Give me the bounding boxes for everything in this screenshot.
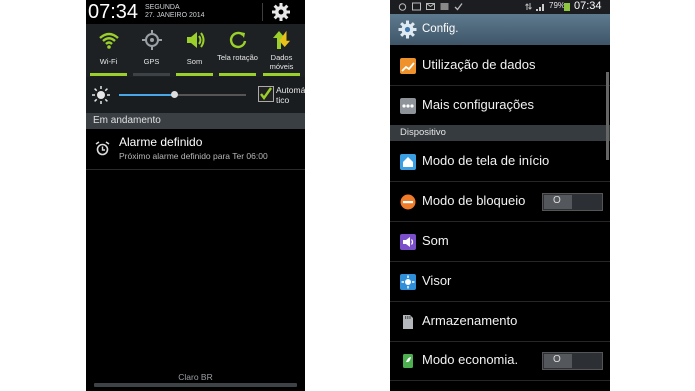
settings-item-label: Utilização de dados: [422, 57, 536, 72]
section-label: Dispositivo: [400, 127, 446, 138]
tile-gps-indicator: [133, 73, 170, 76]
data-usage-icon: [400, 58, 416, 74]
tile-wifi[interactable]: Wi-Fi: [88, 24, 129, 77]
data-transfer-icon: [525, 3, 532, 10]
checkmark-icon: [260, 87, 272, 101]
tile-sound-indicator: [176, 73, 213, 76]
brightness-sun-icon: [92, 86, 110, 104]
settings-item-home-screen-mode[interactable]: Modo de tela de início: [390, 142, 610, 182]
signal-strength-icon: [536, 4, 544, 11]
display-icon: [400, 274, 416, 290]
image-status-icon: [412, 2, 421, 11]
toggle-state-label: O: [553, 354, 561, 365]
block-mode-toggle[interactable]: O: [542, 193, 603, 211]
rotation-icon: [229, 31, 247, 49]
settings-item-data-usage[interactable]: Utilização de dados: [390, 46, 610, 86]
battery-percent: 79%: [549, 1, 566, 10]
power-saving-icon: [403, 354, 413, 368]
brightness-slider-fill: [119, 94, 175, 96]
auto-brightness-label: Automático: [276, 85, 305, 105]
day-label: SEGUNDA: [145, 4, 180, 11]
status-bar-time: 07:34: [574, 0, 602, 12]
section-header-device: Dispositivo: [390, 125, 610, 141]
toggle-knob: O: [544, 354, 572, 368]
settings-item-display[interactable]: Visor: [390, 262, 610, 302]
tile-wifi-indicator: [90, 73, 127, 76]
settings-item-more-settings[interactable]: Mais configurações: [390, 86, 610, 126]
notification-header: 07:34 SEGUNDA 27. JANEIRO 2014: [86, 0, 305, 24]
settings-item-label: Modo economia.: [422, 352, 519, 367]
wifi-icon: [99, 32, 119, 49]
notification-detail: Próximo alarme definido para Ter 06:00: [119, 151, 268, 161]
settings-action-bar: Config.: [390, 14, 610, 45]
power-saving-toggle[interactable]: O: [542, 352, 603, 370]
settings-item-label: Mais configurações: [422, 97, 534, 112]
block-mode-icon: [400, 194, 416, 210]
notification-title: Alarme definido: [119, 135, 203, 149]
toggle-knob: O: [544, 195, 572, 209]
settings-title: Config.: [422, 23, 459, 35]
gallery-status-icon: [440, 3, 449, 10]
settings-gear-icon[interactable]: [398, 20, 417, 39]
gps-icon: [142, 30, 162, 50]
settings-screen: 79% 07:34 Config. Utilização de dados Ma…: [390, 0, 610, 391]
settings-item-label: Modo de tela de início: [422, 153, 550, 168]
settings-item-label: Modo de bloqueio: [422, 193, 526, 208]
alarm-clock-icon: [95, 141, 110, 156]
date-display: SEGUNDA 27. JANEIRO 2014: [145, 4, 205, 20]
more-settings-icon: [400, 98, 416, 114]
settings-item-block-mode[interactable]: Modo de bloqueio O: [390, 182, 610, 222]
date-label: 27. JANEIRO 2014: [145, 12, 205, 19]
settings-item-label: Som: [422, 233, 449, 248]
header-divider: [262, 3, 263, 21]
settings-item-label: Visor: [422, 273, 452, 288]
home-screen-icon: [400, 154, 416, 170]
quick-settings-bar: Wi-Fi GPS Som Tela rotação Dados móveis: [86, 24, 305, 77]
tile-wifi-label: Wi-Fi: [99, 57, 118, 66]
tile-rotation-indicator: [219, 73, 256, 76]
sound-icon: [400, 234, 416, 250]
tile-sound[interactable]: Som: [174, 24, 215, 77]
settings-item-label: Armazenamento: [422, 313, 518, 328]
ongoing-label: Em andamento: [93, 115, 161, 126]
tile-mobile-data-indicator: [263, 73, 300, 76]
tile-sound-label: Som: [186, 57, 203, 66]
clock: 07:34: [88, 1, 139, 23]
status-bar: 79% 07:34: [390, 0, 610, 14]
check-status-icon: [454, 3, 463, 11]
brightness-row: Automático: [86, 77, 305, 113]
brightness-slider-handle[interactable]: [171, 91, 179, 98]
alarm-notification[interactable]: Alarme definido Próximo alarme definido …: [86, 129, 305, 170]
tile-mobile-data[interactable]: Dados móveis: [261, 24, 302, 77]
tile-rotation[interactable]: Tela rotação: [217, 24, 258, 77]
tile-gps[interactable]: GPS: [131, 24, 172, 77]
auto-brightness-checkbox[interactable]: [258, 86, 274, 102]
panel-drag-handle[interactable]: [94, 383, 297, 387]
settings-gear-icon[interactable]: [270, 2, 292, 22]
settings-scrollbar[interactable]: [606, 72, 609, 160]
alarm-status-icon: [398, 3, 407, 11]
sound-icon: [187, 32, 205, 48]
notification-panel-screen: 07:34 SEGUNDA 27. JANEIRO 2014 Wi-Fi GPS…: [86, 0, 305, 391]
settings-item-power-saving[interactable]: Modo economia. O: [390, 341, 610, 381]
storage-icon: [403, 315, 413, 329]
mobile-data-icon: [273, 30, 291, 49]
email-status-icon: [426, 3, 435, 10]
ongoing-section-header: Em andamento: [86, 113, 305, 129]
settings-item-storage[interactable]: Armazenamento: [390, 302, 610, 342]
tile-mobile-data-label: Dados móveis: [269, 53, 294, 71]
carrier-label: Claro BR: [178, 372, 213, 382]
toggle-state-label: O: [553, 195, 561, 206]
tile-gps-label: GPS: [143, 57, 160, 66]
settings-item-sound[interactable]: Som: [390, 222, 610, 262]
battery-icon: [564, 3, 570, 11]
tile-rotation-label: Tela rotação: [217, 53, 258, 62]
